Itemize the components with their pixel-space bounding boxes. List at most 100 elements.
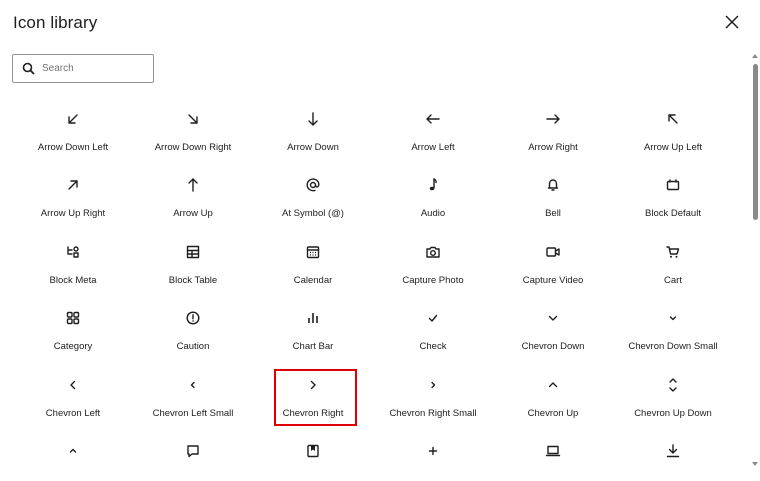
search-icon [22, 62, 36, 76]
block-table-icon [183, 242, 203, 262]
icon-option-chevron-left-small[interactable]: Chevron Left Small [133, 366, 253, 432]
arrow-down-right-icon [183, 109, 203, 129]
chart-bar-icon [303, 308, 323, 328]
chevron-right-small-icon [423, 375, 443, 395]
icon-option-arrow-up-left[interactable]: Arrow Up Left [613, 100, 733, 166]
icon-option-label: Calendar [293, 274, 333, 286]
icon-option-chevron-up[interactable]: Chevron Up [493, 366, 613, 432]
chevron-up-down-icon [663, 375, 683, 395]
icon-option-audio[interactable]: Audio [373, 166, 493, 232]
icon-option-caution[interactable]: Caution [133, 299, 253, 365]
icon-option-category[interactable]: Category [13, 299, 133, 365]
icon-library-dialog: Icon library Arrow Down Left Arrow Down R… [0, 0, 760, 481]
arrow-up-icon [183, 175, 203, 195]
chevron-left-small-icon [183, 375, 203, 395]
icon-option-label: Arrow Down Right [154, 142, 232, 153]
scroll-up-arrow[interactable] [752, 54, 758, 58]
create-icon [423, 441, 443, 461]
icon-option-chevron-right-small[interactable]: Chevron Right Small [373, 366, 493, 432]
icon-option-label: Check [419, 341, 447, 353]
close-icon [725, 14, 739, 34]
icon-option-label: Arrow Left [411, 142, 455, 153]
search-input[interactable] [42, 63, 142, 74]
icon-option-check[interactable]: Check [373, 299, 493, 365]
icon-option-arrow-up[interactable]: Arrow Up [133, 166, 253, 232]
search-field[interactable] [12, 54, 154, 83]
icon-option-label: Arrow Down [287, 142, 339, 153]
icon-option-chart-bar[interactable]: Chart Bar [253, 299, 373, 365]
desktop-icon [543, 441, 563, 461]
icon-option-label: Chevron Left [45, 407, 101, 419]
icon-option-label: Block Meta [49, 274, 97, 286]
audio-icon [423, 175, 443, 195]
chevron-up-icon [543, 375, 563, 395]
icon-option-label: Chevron Up [527, 407, 579, 419]
icon-option-desktop[interactable] [493, 432, 613, 481]
caution-icon [183, 308, 203, 328]
chevron-left-icon [63, 375, 83, 395]
icon-option-block-table[interactable]: Block Table [133, 233, 253, 299]
icon-option-chevron-down-small[interactable]: Chevron Down Small [613, 299, 733, 365]
icon-option-chevron-up-small[interactable] [13, 432, 133, 481]
icon-option-label: Block Default [645, 208, 701, 220]
icon-option-arrow-up-right[interactable]: Arrow Up Right [13, 166, 133, 232]
icon-option-calendar[interactable]: Calendar [253, 233, 373, 299]
chevron-down-small-icon [663, 308, 683, 328]
arrow-up-right-icon [63, 175, 83, 195]
icon-option-label: Arrow Up Right [40, 208, 106, 220]
at-symbol-icon [303, 175, 323, 195]
icon-option-label: Chevron Right [282, 407, 344, 419]
arrow-left-icon [423, 109, 443, 129]
block-meta-icon [63, 242, 83, 262]
arrow-up-left-icon [663, 109, 683, 129]
icon-option-chevron-down[interactable]: Chevron Down [493, 299, 613, 365]
icon-option-label: Capture Photo [402, 274, 464, 286]
icon-option-label: Chevron Up Down [634, 407, 712, 419]
icon-option-capture-video[interactable]: Capture Video [493, 233, 613, 299]
icon-option-comment[interactable] [133, 432, 253, 481]
chevron-down-icon [543, 308, 563, 328]
icon-option-label: Arrow Right [528, 142, 578, 153]
icon-option-at-symbol[interactable]: At Symbol (@) [253, 166, 373, 232]
download-icon [663, 441, 683, 461]
icon-option-arrow-down-right[interactable]: Arrow Down Right [133, 100, 253, 166]
icon-option-label: Arrow Up Left [643, 142, 703, 153]
block-default-icon [663, 175, 683, 195]
icon-option-arrow-down[interactable]: Arrow Down [253, 100, 373, 166]
icon-option-label: Block Table [168, 274, 218, 286]
icon-option-create[interactable] [373, 432, 493, 481]
icon-option-chevron-left[interactable]: Chevron Left [13, 366, 133, 432]
icon-option-label: Chevron Left Small [152, 407, 234, 419]
comment-icon [183, 441, 203, 461]
icon-option-label: Chart Bar [292, 341, 334, 353]
icon-option-download[interactable] [613, 432, 733, 481]
check-icon [423, 308, 443, 328]
calendar-icon [303, 242, 323, 262]
icon-option-bell[interactable]: Bell [493, 166, 613, 232]
bell-icon [543, 175, 563, 195]
close-button[interactable] [721, 13, 743, 35]
cover-icon [303, 441, 323, 461]
icon-option-block-default[interactable]: Block Default [613, 166, 733, 232]
icon-option-arrow-left[interactable]: Arrow Left [373, 100, 493, 166]
icon-option-chevron-up-down[interactable]: Chevron Up Down [613, 366, 733, 432]
icon-option-label: Category [53, 341, 93, 353]
icon-option-arrow-right[interactable]: Arrow Right [493, 100, 613, 166]
icon-grid: Arrow Down Left Arrow Down Right Arrow Dow… [13, 100, 733, 481]
arrow-down-left-icon [63, 109, 83, 129]
capture-photo-icon [423, 242, 443, 262]
icon-option-cover[interactable] [253, 432, 373, 481]
icon-option-capture-photo[interactable]: Capture Photo [373, 233, 493, 299]
icon-option-cart[interactable]: Cart [613, 233, 733, 299]
scrollbar[interactable] [750, 52, 760, 468]
arrow-right-icon [543, 109, 563, 129]
dialog-title: Icon library [13, 13, 98, 32]
scroll-down-arrow[interactable] [752, 462, 758, 466]
icon-option-label: Chevron Right Small [389, 407, 477, 419]
icon-option-block-meta[interactable]: Block Meta [13, 233, 133, 299]
chevron-right-icon [303, 375, 323, 395]
scrollbar-thumb[interactable] [753, 64, 758, 220]
icon-option-arrow-down-left[interactable]: Arrow Down Left [13, 100, 133, 166]
icon-option-label: Chevron Down [521, 341, 585, 353]
icon-option-chevron-right[interactable]: Chevron Right [253, 366, 373, 432]
